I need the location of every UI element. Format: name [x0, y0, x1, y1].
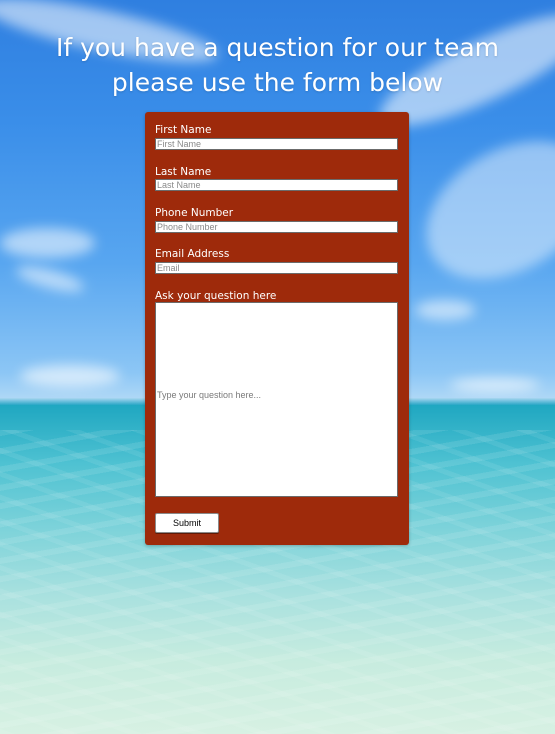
first-name-input[interactable] [155, 138, 398, 150]
submit-button[interactable]: Submit [155, 513, 219, 533]
contact-form: First Name Last Name Phone Number Email … [145, 112, 409, 545]
phone-number-input[interactable] [155, 221, 398, 233]
cloud [415, 300, 475, 320]
last-name-label: Last Name [155, 166, 212, 178]
first-name-label: First Name [155, 124, 212, 136]
email-input[interactable] [155, 262, 398, 274]
heading-line-1: If you have a question for our team [55, 33, 500, 62]
question-label: Ask your question here [155, 290, 277, 302]
phone-number-label: Phone Number [155, 207, 234, 219]
page-heading: If you have a question for our team plea… [0, 30, 555, 100]
email-address-label: Email Address [155, 248, 230, 260]
cloud [0, 228, 95, 258]
question-textarea[interactable] [155, 302, 398, 497]
cloud [450, 378, 540, 392]
heading-line-2: please use the form below [111, 68, 444, 97]
last-name-input[interactable] [155, 179, 398, 191]
cloud [20, 365, 120, 387]
